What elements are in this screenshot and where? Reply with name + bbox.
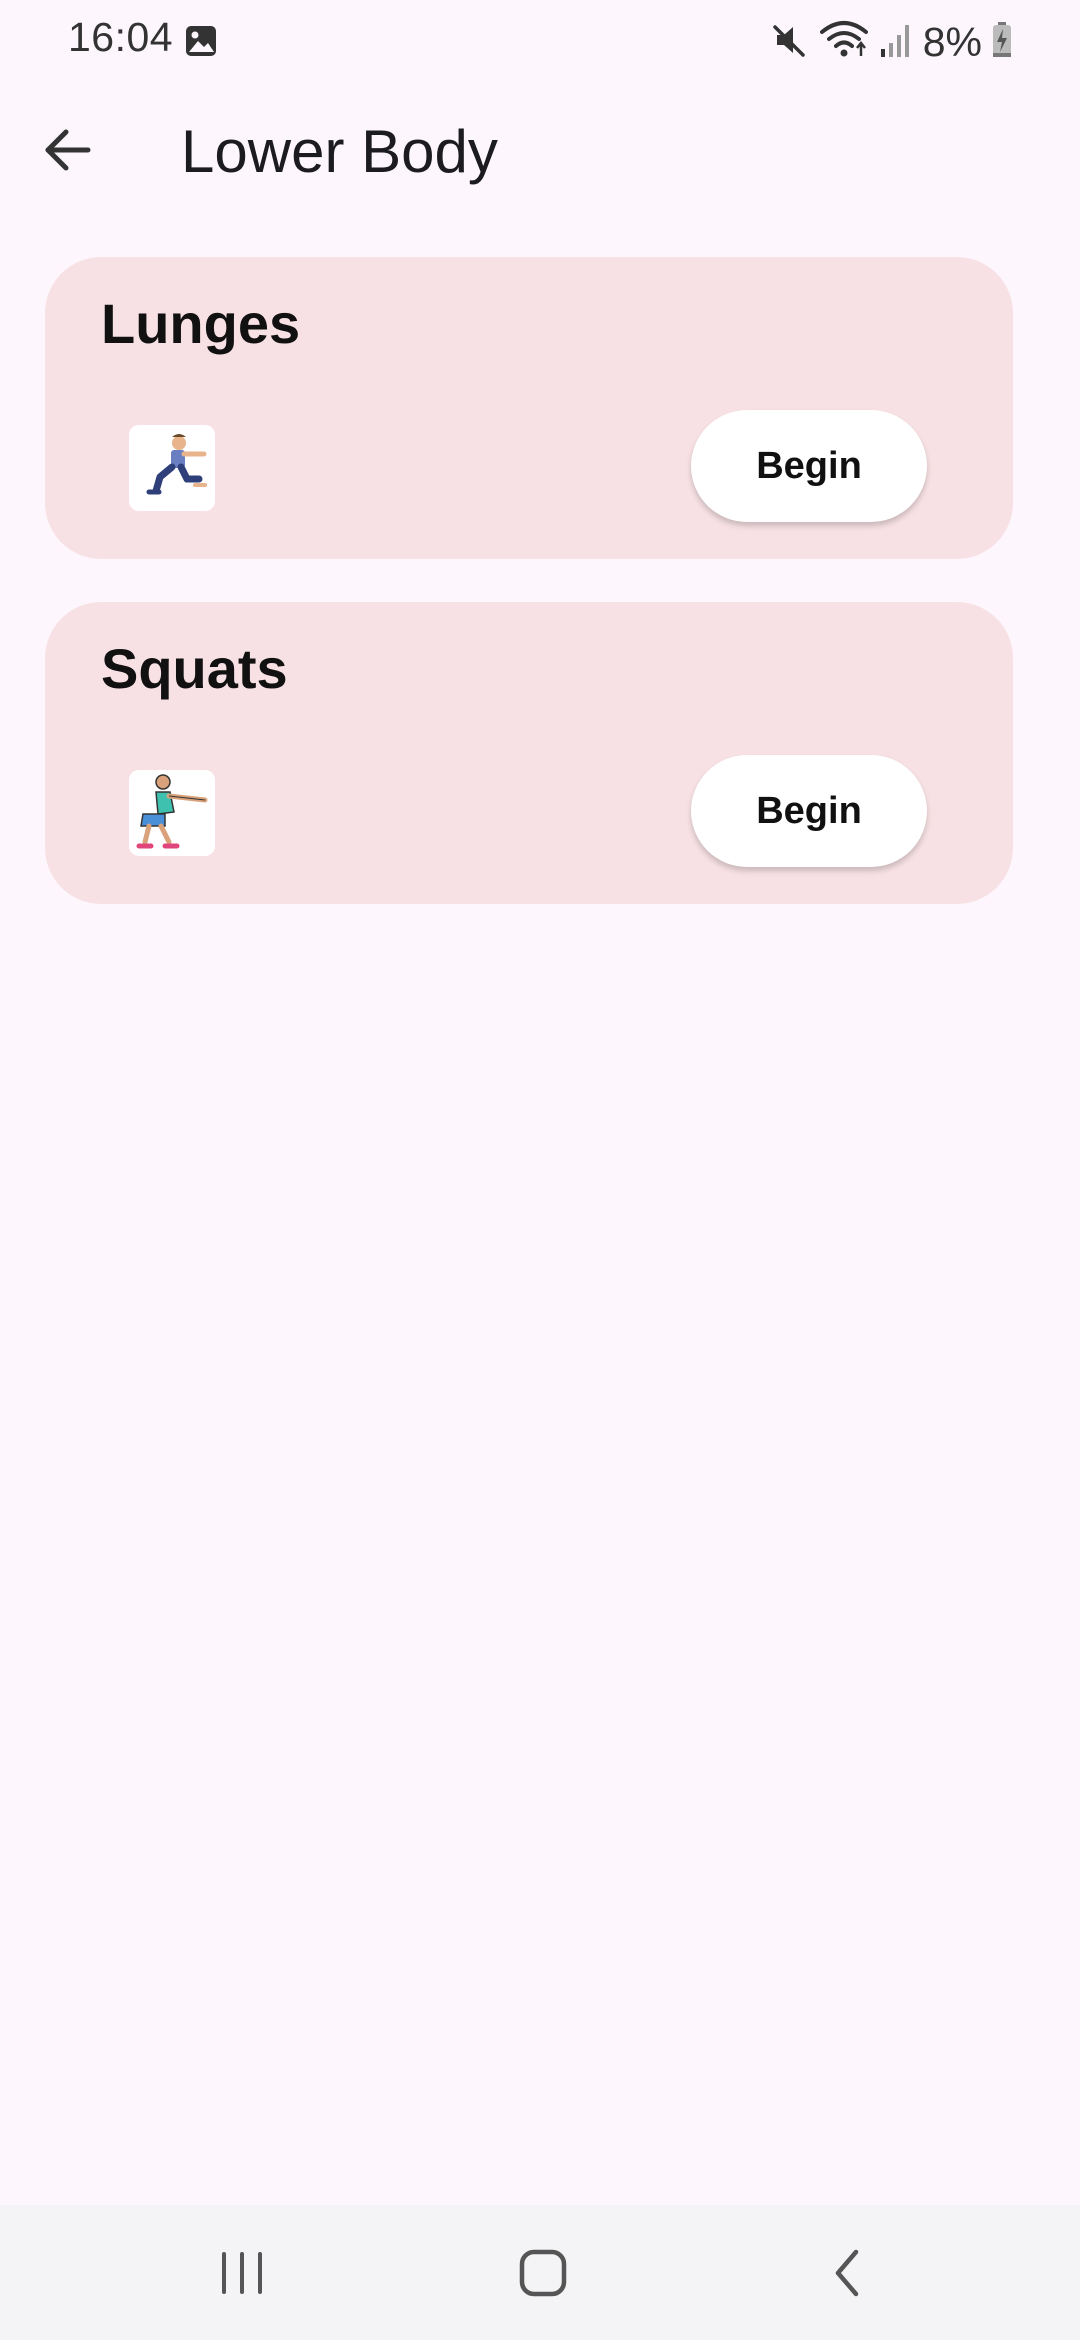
arrow-left-icon: [42, 124, 94, 181]
home-button[interactable]: [503, 2235, 583, 2315]
begin-button[interactable]: Begin: [691, 755, 927, 867]
gallery-notification-icon: [184, 24, 218, 58]
signal-icon: [879, 21, 913, 64]
status-time: 16:04: [68, 14, 174, 60]
begin-button[interactable]: Begin: [691, 410, 927, 522]
battery-charging-icon: [992, 21, 1012, 63]
mute-icon: [771, 21, 809, 64]
recents-button[interactable]: [202, 2235, 282, 2315]
page-title: Lower Body: [181, 118, 498, 185]
home-icon: [518, 2248, 568, 2303]
status-bar: 16:04 8%: [0, 0, 1080, 84]
status-icons: 8%: [771, 18, 1012, 66]
recents-icon: [218, 2250, 266, 2301]
nav-back-button[interactable]: [808, 2235, 888, 2315]
exercise-card-lunges: Lunges Begin: [45, 257, 1013, 559]
battery-percent: 8%: [922, 18, 982, 65]
exercise-list: Lunges Begin Squats Begin: [45, 257, 1013, 947]
exercise-card-squats: Squats Begin: [45, 602, 1013, 904]
exercise-name: Lunges: [101, 292, 301, 355]
wifi-icon: [819, 20, 869, 65]
lunge-figure-icon: [129, 425, 215, 511]
squat-figure-icon: [129, 770, 215, 856]
chevron-left-icon: [828, 2248, 868, 2303]
exercise-name: Squats: [101, 637, 288, 700]
back-button[interactable]: [34, 118, 102, 186]
system-nav-bar: [0, 2205, 1080, 2340]
app-bar: Lower Body: [0, 84, 1080, 220]
